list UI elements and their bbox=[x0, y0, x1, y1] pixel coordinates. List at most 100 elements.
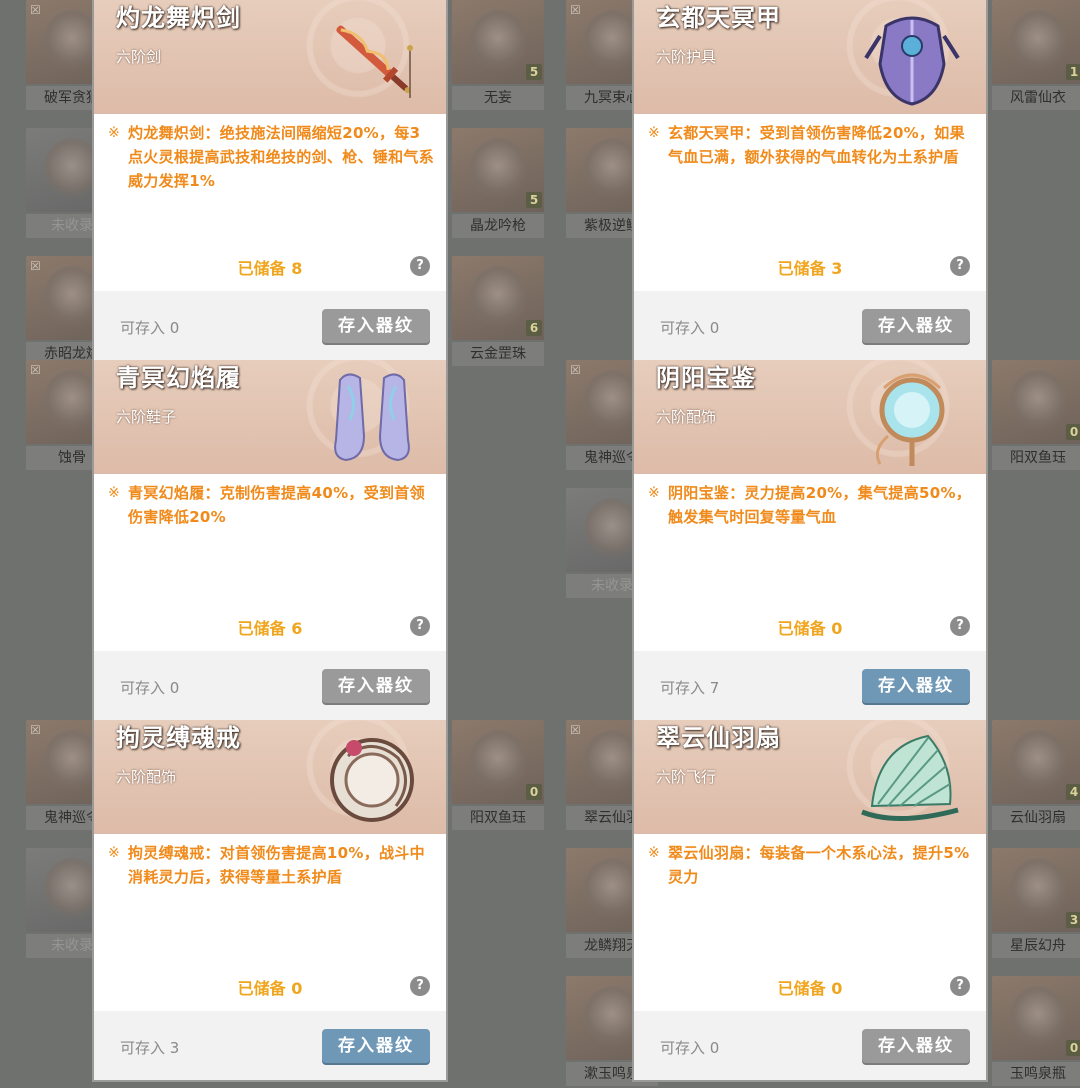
inventory-tile[interactable]: 0 阳双鱼珏 bbox=[992, 360, 1080, 472]
tile-label: 玉鸣泉瓶 bbox=[992, 1062, 1080, 1086]
tile-art: 0 bbox=[452, 720, 544, 804]
item-type: 六阶飞行 bbox=[656, 768, 717, 786]
item-thumbnail bbox=[470, 266, 526, 328]
item-card-5: 阴阳宝鉴 六阶配饰 ※ 阴阳宝鉴：灵力提高20%，集气提高50%，触发集气时回复… bbox=[634, 360, 986, 720]
tile-count-badge: 3 bbox=[1066, 912, 1080, 928]
help-icon[interactable]: ? bbox=[410, 616, 430, 636]
card-footer: 可存入 0 存入器纹 bbox=[94, 291, 446, 360]
inventory-tile[interactable]: 0 玉鸣泉瓶 bbox=[992, 976, 1080, 1088]
inventory-tile[interactable]: 4 云仙羽扇 bbox=[992, 720, 1080, 832]
tile-art: 0 bbox=[992, 360, 1080, 444]
tile-count-badge: 1 bbox=[1066, 64, 1080, 80]
stored-count: 已储备 0 bbox=[777, 979, 843, 998]
store-pattern-button[interactable]: 存入器纹 bbox=[322, 309, 430, 343]
card-header: 阴阳宝鉴 六阶配饰 bbox=[634, 360, 986, 474]
tile-art: 5 bbox=[452, 0, 544, 84]
item-type: 六阶护具 bbox=[656, 48, 717, 66]
card-footer: 可存入 7 存入器纹 bbox=[634, 651, 986, 720]
item-thumbnail bbox=[470, 138, 526, 200]
card-body: ※ 玄都天冥甲：受到首领伤害降低20%，如果气血已满，额外获得的气血转化为土系护… bbox=[634, 114, 986, 291]
stored-count: 已储备 0 bbox=[777, 619, 843, 638]
item-thumbnail bbox=[584, 498, 640, 560]
item-thumbnail bbox=[584, 370, 640, 432]
lock-icon: ☒ bbox=[30, 259, 41, 273]
item-title: 玄都天冥甲 bbox=[656, 3, 781, 32]
can-store-count: 可存入 0 bbox=[120, 319, 180, 337]
item-card-4: 玄都天冥甲 六阶护具 ※ 玄都天冥甲：受到首领伤害降低20%，如果气血已满，额外… bbox=[634, 0, 986, 360]
help-icon[interactable]: ? bbox=[950, 616, 970, 636]
effect-bullet-icon: ※ bbox=[648, 485, 660, 501]
tile-art: 5 bbox=[452, 128, 544, 212]
sword-icon bbox=[336, 25, 413, 98]
store-pattern-button[interactable]: 存入器纹 bbox=[322, 1029, 430, 1063]
effect-bullet-icon: ※ bbox=[648, 125, 660, 141]
effect-description: 翠云仙羽扇：每装备一个木系心法，提升5%灵力 bbox=[668, 844, 970, 886]
card-footer: 可存入 0 存入器纹 bbox=[634, 1011, 986, 1080]
effect-description: 灼龙舞炽剑：绝技施法间隔缩短20%，每3点火灵根提高武技和绝技的剑、枪、锤和气系… bbox=[128, 124, 435, 190]
effect-description: 玄都天冥甲：受到首领伤害降低20%，如果气血已满，额外获得的气血转化为土系护盾 bbox=[668, 124, 965, 166]
card-body: ※ 拘灵缚魂戒：对首领伤害提高10%，战斗中消耗灵力后，获得等量土系护盾 已储备… bbox=[94, 834, 446, 1011]
card-header: 拘灵缚魂戒 六阶配饰 bbox=[94, 720, 446, 834]
card-header: 翠云仙羽扇 六阶飞行 bbox=[634, 720, 986, 834]
lock-icon: ☒ bbox=[30, 723, 41, 737]
item-thumbnail bbox=[1010, 370, 1066, 432]
tile-art: 1 bbox=[992, 0, 1080, 84]
tile-label: 风雷仙衣 bbox=[992, 86, 1080, 110]
item-card-column-left: 灼龙舞炽剑 六阶剑 ※ 灼龙舞炽剑：绝技施法间隔缩短20%，每3点火灵根提高武技… bbox=[94, 0, 446, 1080]
card-header: 玄都天冥甲 六阶护具 bbox=[634, 0, 986, 114]
tile-count-badge: 0 bbox=[1066, 1040, 1080, 1056]
item-thumbnail bbox=[470, 10, 526, 72]
lock-icon: ☒ bbox=[570, 3, 581, 17]
store-pattern-button[interactable]: 存入器纹 bbox=[862, 1029, 970, 1063]
mirror-icon bbox=[875, 373, 945, 466]
help-icon[interactable]: ? bbox=[950, 256, 970, 276]
inventory-tile[interactable]: 0 阳双鱼珏 bbox=[452, 720, 544, 832]
item-thumbnail bbox=[44, 266, 100, 328]
card-footer: 可存入 0 存入器纹 bbox=[634, 291, 986, 360]
item-thumbnail bbox=[584, 986, 640, 1048]
item-card-6: 翠云仙羽扇 六阶飞行 ※ 翠云仙羽扇：每装备一个木系心法，提升5%灵力 已储备 … bbox=[634, 720, 986, 1080]
fan-icon bbox=[861, 734, 959, 821]
lock-icon: ☒ bbox=[570, 363, 581, 377]
item-title: 拘灵缚魂戒 bbox=[116, 723, 241, 752]
item-thumbnail bbox=[1010, 986, 1066, 1048]
tile-art: 4 bbox=[992, 720, 1080, 804]
help-icon[interactable]: ? bbox=[950, 976, 970, 996]
lock-icon: ☒ bbox=[570, 723, 581, 737]
item-thumbnail bbox=[584, 138, 640, 200]
inventory-tile[interactable]: 1 风雷仙衣 bbox=[992, 0, 1080, 112]
tile-count-badge: 4 bbox=[1066, 784, 1080, 800]
inventory-tile[interactable]: 6 云金罡珠 bbox=[452, 256, 544, 368]
tile-label: 云金罡珠 bbox=[452, 342, 544, 366]
can-store-count: 可存入 7 bbox=[660, 679, 720, 697]
ring-icon bbox=[330, 738, 414, 822]
item-type: 六阶配饰 bbox=[116, 768, 177, 786]
store-pattern-button[interactable]: 存入器纹 bbox=[862, 309, 970, 343]
lock-icon: ☒ bbox=[30, 3, 41, 17]
tile-count-badge: 6 bbox=[526, 320, 542, 336]
inventory-tile[interactable]: 3 星辰幻舟 bbox=[992, 848, 1080, 960]
effect-description: 拘灵缚魂戒：对首领伤害提高10%，战斗中消耗灵力后，获得等量土系护盾 bbox=[128, 844, 425, 886]
item-type: 六阶配饰 bbox=[656, 408, 717, 426]
armor-icon bbox=[864, 16, 960, 106]
tile-art: 6 bbox=[452, 256, 544, 340]
store-pattern-button[interactable]: 存入器纹 bbox=[862, 669, 970, 703]
inventory-tile[interactable]: 5 无妄 bbox=[452, 0, 544, 112]
lock-icon: ☒ bbox=[30, 363, 41, 377]
card-header: 灼龙舞炽剑 六阶剑 bbox=[94, 0, 446, 114]
tile-label: 阳双鱼珏 bbox=[992, 446, 1080, 470]
tile-label: 晶龙吟枪 bbox=[452, 214, 544, 238]
help-icon[interactable]: ? bbox=[410, 976, 430, 996]
card-footer: 可存入 3 存入器纹 bbox=[94, 1011, 446, 1080]
tile-label: 无妄 bbox=[452, 86, 544, 110]
inventory-tile[interactable]: 5 晶龙吟枪 bbox=[452, 128, 544, 240]
card-body: ※ 灼龙舞炽剑：绝技施法间隔缩短20%，每3点火灵根提高武技和绝技的剑、枪、锤和… bbox=[94, 114, 446, 291]
card-body: ※ 翠云仙羽扇：每装备一个木系心法，提升5%灵力 已储备 0 ? bbox=[634, 834, 986, 1011]
tile-label: 阳双鱼珏 bbox=[452, 806, 544, 830]
item-title: 青冥幻焰履 bbox=[116, 363, 241, 392]
item-thumbnail bbox=[44, 730, 100, 792]
can-store-count: 可存入 0 bbox=[660, 1039, 720, 1057]
help-icon[interactable]: ? bbox=[410, 256, 430, 276]
store-pattern-button[interactable]: 存入器纹 bbox=[322, 669, 430, 703]
tile-count-badge: 5 bbox=[526, 192, 542, 208]
